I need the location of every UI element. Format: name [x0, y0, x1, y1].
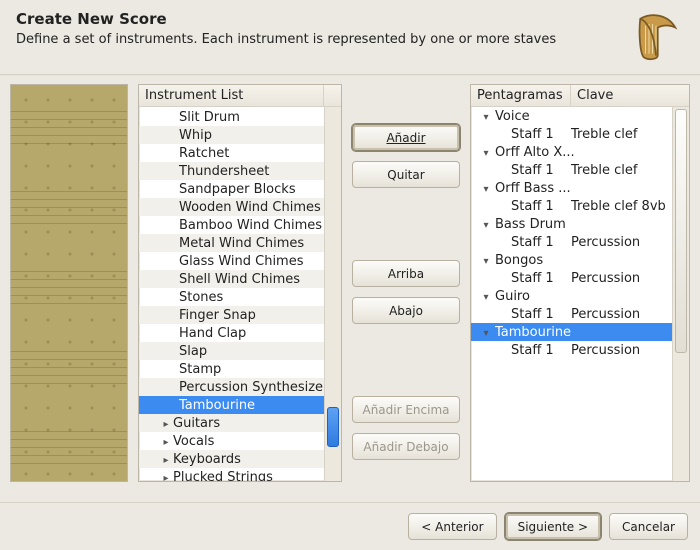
stave-row[interactable]: Staff 1Percussion: [471, 269, 672, 287]
stave-group-label: Orff Alto X...: [495, 145, 575, 160]
move-down-button[interactable]: Abajo: [352, 297, 460, 324]
stave-name: Staff 1: [477, 271, 571, 286]
instrument-item[interactable]: Shell Wind Chimes: [139, 270, 324, 288]
expand-icon[interactable]: [161, 416, 171, 431]
add-below-button[interactable]: Añadir Debajo: [352, 433, 460, 460]
instrument-item[interactable]: Whip: [139, 126, 324, 144]
instrument-category-label: Plucked Strings: [173, 470, 273, 482]
stave-name: Staff 1: [477, 163, 571, 178]
remove-button[interactable]: Quitar: [352, 161, 460, 188]
stave-row[interactable]: Staff 1Percussion: [471, 341, 672, 359]
instrument-item[interactable]: Slap: [139, 342, 324, 360]
collapse-icon[interactable]: [481, 289, 491, 304]
instrument-list-header-label: Instrument List: [145, 88, 243, 103]
stave-group[interactable]: Voice: [471, 107, 672, 125]
instrument-item[interactable]: Stones: [139, 288, 324, 306]
stave-group[interactable]: Bass Drum: [471, 215, 672, 233]
stave-row[interactable]: Staff 1Percussion: [471, 305, 672, 323]
instrument-item[interactable]: Metal Wind Chimes: [139, 234, 324, 252]
stave-clef: Percussion: [571, 307, 640, 322]
page-subtitle: Define a set of instruments. Each instru…: [16, 32, 556, 47]
instrument-tree[interactable]: Slit DrumWhipRatchetThundersheetSandpape…: [139, 107, 324, 481]
stave-row[interactable]: Staff 1Treble clef 8vb: [471, 197, 672, 215]
harp-icon: [628, 10, 684, 66]
cancel-button[interactable]: Cancelar: [609, 513, 688, 540]
col-staves[interactable]: Pentagramas: [471, 85, 571, 106]
instrument-item[interactable]: Bamboo Wind Chimes: [139, 216, 324, 234]
stave-group-label: Bass Drum: [495, 217, 566, 232]
stave-group-label: Bongos: [495, 253, 543, 268]
staves-scrollbar[interactable]: [672, 107, 689, 481]
page-title: Create New Score: [16, 10, 556, 28]
stave-clef: Treble clef: [571, 127, 637, 142]
stave-clef: Percussion: [571, 235, 640, 250]
instrument-list-panel: Instrument List Slit DrumWhipRatchetThun…: [138, 84, 342, 482]
stave-group-label: Voice: [495, 109, 530, 124]
instrument-item[interactable]: Ratchet: [139, 144, 324, 162]
instrument-item[interactable]: Thundersheet: [139, 162, 324, 180]
stave-name: Staff 1: [477, 343, 571, 358]
staves-panel: Pentagramas Clave VoiceStaff 1Treble cle…: [470, 84, 690, 482]
collapse-icon[interactable]: [481, 325, 491, 340]
instrument-scrollbar[interactable]: [324, 107, 341, 481]
stave-group-label: Guiro: [495, 289, 530, 304]
stave-group-label: Tambourine: [495, 325, 571, 340]
instrument-item[interactable]: Plucked Strings: [139, 468, 324, 481]
stave-name: Staff 1: [477, 307, 571, 322]
instrument-item[interactable]: Slit Drum: [139, 108, 324, 126]
stave-group-label: Orff Bass ...: [495, 181, 571, 196]
stave-row[interactable]: Staff 1Percussion: [471, 233, 672, 251]
wizard-footer: < Anterior Siguiente > Cancelar: [0, 502, 700, 550]
stave-name: Staff 1: [477, 199, 571, 214]
expand-icon[interactable]: [161, 452, 171, 467]
instrument-item[interactable]: Percussion Synthesizer: [139, 378, 324, 396]
expand-icon[interactable]: [161, 470, 171, 482]
instrument-item[interactable]: Sandpaper Blocks: [139, 180, 324, 198]
stave-group[interactable]: Guiro: [471, 287, 672, 305]
instrument-item[interactable]: Vocals: [139, 432, 324, 450]
instrument-item[interactable]: Stamp: [139, 360, 324, 378]
instrument-list-header[interactable]: Instrument List: [139, 85, 341, 107]
instrument-item[interactable]: Tambourine: [139, 396, 324, 414]
next-button[interactable]: Siguiente >: [505, 513, 601, 540]
stave-name: Staff 1: [477, 127, 571, 142]
collapse-icon[interactable]: [481, 181, 491, 196]
collapse-icon[interactable]: [481, 253, 491, 268]
instrument-item[interactable]: Glass Wind Chimes: [139, 252, 324, 270]
stave-clef: Treble clef: [571, 163, 637, 178]
collapse-icon[interactable]: [481, 217, 491, 232]
decorative-score-image: [10, 84, 128, 482]
collapse-icon[interactable]: [481, 109, 491, 124]
instrument-item[interactable]: Finger Snap: [139, 306, 324, 324]
stave-clef: Percussion: [571, 343, 640, 358]
stave-group[interactable]: Bongos: [471, 251, 672, 269]
back-button[interactable]: < Anterior: [408, 513, 496, 540]
instrument-item[interactable]: Keyboards: [139, 450, 324, 468]
instrument-item[interactable]: Hand Clap: [139, 324, 324, 342]
stave-group[interactable]: Orff Alto X...: [471, 143, 672, 161]
col-clef[interactable]: Clave: [571, 85, 689, 106]
instrument-category-label: Vocals: [173, 434, 214, 449]
collapse-icon[interactable]: [481, 145, 491, 160]
stave-clef: Treble clef 8vb: [571, 199, 666, 214]
instrument-category-label: Keyboards: [173, 452, 241, 467]
instrument-category-label: Guitars: [173, 416, 220, 431]
add-button[interactable]: Añadir: [352, 124, 460, 151]
transfer-buttons: Añadir Quitar Arriba Abajo Añadir Encima…: [352, 84, 460, 500]
expand-icon[interactable]: [161, 434, 171, 449]
stave-row[interactable]: Staff 1Treble clef: [471, 161, 672, 179]
instrument-item[interactable]: Guitars: [139, 414, 324, 432]
add-above-button[interactable]: Añadir Encima: [352, 396, 460, 423]
staves-tree[interactable]: VoiceStaff 1Treble clefOrff Alto X...Sta…: [471, 107, 672, 481]
stave-name: Staff 1: [477, 235, 571, 250]
instrument-item[interactable]: Wooden Wind Chimes: [139, 198, 324, 216]
stave-group[interactable]: Orff Bass ...: [471, 179, 672, 197]
staves-header[interactable]: Pentagramas Clave: [471, 85, 689, 107]
stave-clef: Percussion: [571, 271, 640, 286]
stave-row[interactable]: Staff 1Treble clef: [471, 125, 672, 143]
stave-group[interactable]: Tambourine: [471, 323, 672, 341]
move-up-button[interactable]: Arriba: [352, 260, 460, 287]
